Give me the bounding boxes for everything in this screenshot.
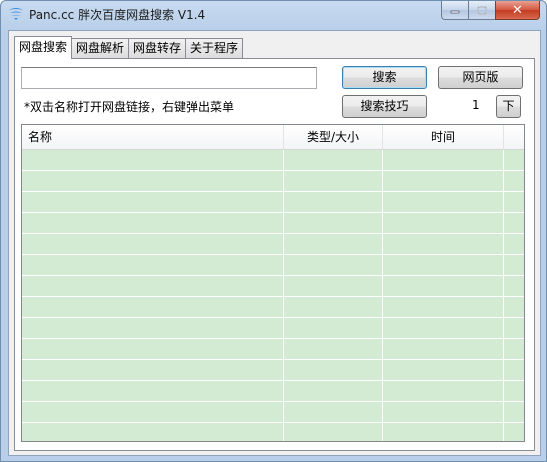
close-icon: ✕ bbox=[512, 2, 523, 18]
column-type-size[interactable]: 类型/大小 bbox=[284, 125, 383, 149]
empty-cell bbox=[284, 402, 383, 422]
results-list[interactable]: 名称 类型/大小 时间 bbox=[21, 124, 525, 442]
search-button[interactable]: 搜索 bbox=[342, 66, 427, 89]
next-page-button[interactable]: 下 bbox=[496, 95, 521, 118]
usage-hint: *双击名称打开网盘链接，右键弹出菜单 bbox=[24, 100, 235, 114]
empty-cell bbox=[22, 171, 284, 191]
app-window: Panc.cc 胖次百度网盘搜索 V1.4 ✕ 网盘搜索 网盘解析 网盘转存 关… bbox=[0, 0, 547, 462]
empty-cell bbox=[22, 192, 284, 212]
empty-cell bbox=[284, 423, 383, 441]
empty-row bbox=[22, 192, 524, 213]
empty-row bbox=[22, 234, 524, 255]
empty-row bbox=[22, 423, 524, 441]
maximize-button[interactable] bbox=[468, 1, 495, 20]
empty-row bbox=[22, 360, 524, 381]
empty-cell bbox=[22, 318, 284, 338]
empty-cell bbox=[22, 423, 284, 441]
empty-cell bbox=[284, 255, 383, 275]
tab-transfer[interactable]: 网盘转存 bbox=[128, 38, 187, 58]
title-bar[interactable]: Panc.cc 胖次百度网盘搜索 V1.4 ✕ bbox=[1, 1, 546, 29]
empty-cell bbox=[383, 171, 504, 191]
web-version-button[interactable]: 网页版 bbox=[438, 66, 523, 89]
empty-cell bbox=[284, 297, 383, 317]
empty-cell bbox=[383, 297, 504, 317]
search-tips-button[interactable]: 搜索技巧 bbox=[342, 95, 427, 118]
empty-cell bbox=[284, 192, 383, 212]
empty-cell bbox=[284, 360, 383, 380]
close-button[interactable]: ✕ bbox=[495, 1, 540, 20]
caption-buttons: ✕ bbox=[441, 1, 540, 21]
tab-strip: 网盘搜索 网盘解析 网盘转存 关于程序 bbox=[14, 36, 244, 59]
column-time[interactable]: 时间 bbox=[383, 125, 504, 149]
empty-row bbox=[22, 402, 524, 423]
empty-row bbox=[22, 150, 524, 171]
empty-cell bbox=[284, 234, 383, 254]
empty-cell bbox=[22, 150, 284, 170]
page-number: 1 bbox=[472, 98, 480, 112]
empty-row bbox=[22, 318, 524, 339]
empty-cell bbox=[22, 255, 284, 275]
empty-cell bbox=[383, 213, 504, 233]
tab-about[interactable]: 关于程序 bbox=[185, 38, 244, 58]
client-area: 网盘搜索 网盘解析 网盘转存 关于程序 搜索 网页版 *双击名称打开网盘链接，右… bbox=[8, 30, 541, 456]
empty-cell bbox=[22, 213, 284, 233]
empty-row bbox=[22, 171, 524, 192]
search-panel: 搜索 网页版 *双击名称打开网盘链接，右键弹出菜单 搜索技巧 1 下 名称 类型… bbox=[14, 58, 535, 451]
app-logo-icon bbox=[8, 7, 24, 21]
search-input[interactable] bbox=[21, 67, 317, 89]
empty-cell bbox=[383, 255, 504, 275]
empty-cell bbox=[284, 339, 383, 359]
empty-row bbox=[22, 276, 524, 297]
empty-cell bbox=[284, 318, 383, 338]
empty-cell bbox=[22, 297, 284, 317]
empty-cell bbox=[22, 360, 284, 380]
empty-cell bbox=[383, 423, 504, 441]
column-filler bbox=[504, 125, 524, 149]
minimize-icon bbox=[450, 10, 460, 14]
empty-cell bbox=[22, 402, 284, 422]
empty-cell bbox=[383, 192, 504, 212]
results-rows bbox=[22, 150, 524, 441]
empty-cell bbox=[383, 339, 504, 359]
empty-cell bbox=[383, 150, 504, 170]
empty-row bbox=[22, 381, 524, 402]
empty-row bbox=[22, 339, 524, 360]
empty-cell bbox=[22, 339, 284, 359]
empty-cell bbox=[284, 381, 383, 401]
empty-cell bbox=[383, 402, 504, 422]
maximize-icon bbox=[477, 5, 487, 15]
empty-row bbox=[22, 255, 524, 276]
empty-row bbox=[22, 297, 524, 318]
tab-search[interactable]: 网盘搜索 bbox=[14, 36, 73, 59]
tab-parse[interactable]: 网盘解析 bbox=[71, 38, 130, 58]
results-header: 名称 类型/大小 时间 bbox=[22, 125, 524, 150]
column-name[interactable]: 名称 bbox=[22, 125, 284, 149]
minimize-button[interactable] bbox=[441, 1, 468, 20]
empty-cell bbox=[284, 276, 383, 296]
empty-cell bbox=[284, 150, 383, 170]
empty-cell bbox=[22, 381, 284, 401]
empty-cell bbox=[383, 276, 504, 296]
empty-cell bbox=[383, 381, 504, 401]
empty-cell bbox=[22, 276, 284, 296]
empty-cell bbox=[383, 318, 504, 338]
window-title: Panc.cc 胖次百度网盘搜索 V1.4 bbox=[29, 8, 206, 22]
empty-cell bbox=[383, 234, 504, 254]
empty-row bbox=[22, 213, 524, 234]
empty-cell bbox=[383, 360, 504, 380]
empty-cell bbox=[22, 234, 284, 254]
empty-cell bbox=[284, 213, 383, 233]
empty-cell bbox=[284, 171, 383, 191]
